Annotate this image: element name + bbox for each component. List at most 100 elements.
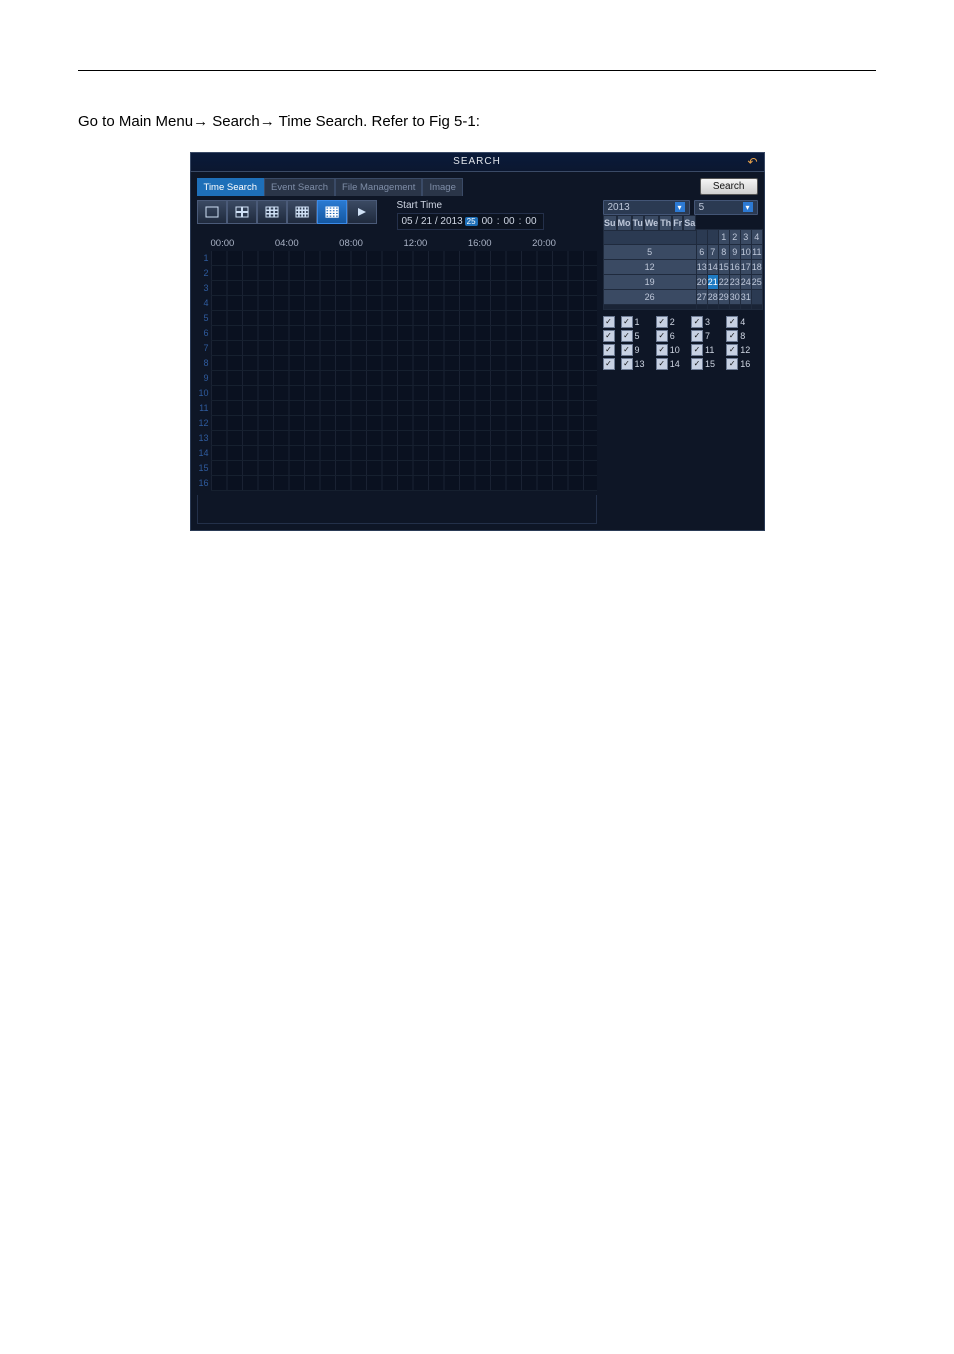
channel-label: 4: [740, 317, 745, 327]
channel-checkbox-12[interactable]: ✓12: [726, 344, 757, 356]
view-4x4-button[interactable]: [317, 200, 347, 224]
calendar-day[interactable]: 3: [740, 229, 751, 244]
channel-checkbox-9[interactable]: ✓9: [621, 344, 652, 356]
channel-label: 10: [670, 345, 680, 355]
tab-time-search[interactable]: Time Search: [197, 178, 265, 196]
channel-checkbox-4[interactable]: ✓4: [726, 316, 757, 328]
view-2x2-button[interactable]: [227, 200, 257, 224]
calendar-day[interactable]: 24: [740, 274, 751, 289]
channel-checkbox-2[interactable]: ✓2: [656, 316, 687, 328]
calendar-day[interactable]: 17: [740, 259, 751, 274]
channel-row-checkbox[interactable]: ✓: [603, 316, 615, 328]
view-1x1-button[interactable]: [197, 200, 227, 224]
channel-label: 14: [670, 359, 680, 369]
calendar-day[interactable]: 13: [696, 259, 707, 274]
back-icon[interactable]: ↶: [747, 155, 757, 169]
channel-checkbox-15[interactable]: ✓15: [691, 358, 722, 370]
channel-checkbox-10[interactable]: ✓10: [656, 344, 687, 356]
calendar-day[interactable]: 10: [740, 244, 751, 259]
calendar-day[interactable]: 16: [729, 259, 740, 274]
calendar-day[interactable]: 29: [718, 289, 729, 304]
channel-label: 3: [705, 317, 710, 327]
calendar-day[interactable]: 11: [751, 244, 762, 259]
view-mode-buttons: [197, 200, 377, 224]
view-4x3-button[interactable]: [287, 200, 317, 224]
calendar-day[interactable]: 12: [603, 259, 696, 274]
window-titlebar: SEARCH ↶: [190, 152, 765, 172]
start-date-input[interactable]: 05 / 21 / 2013 25 00: 00: 00: [397, 213, 544, 230]
channel-label: 11: [705, 345, 714, 355]
chevron-down-icon: ▾: [675, 202, 685, 212]
calendar-day[interactable]: 20: [696, 274, 707, 289]
calendar-day[interactable]: 28: [707, 289, 718, 304]
calendar-day[interactable]: 19: [603, 274, 696, 289]
calendar-day: [729, 304, 740, 309]
channel-checkbox-6[interactable]: ✓6: [656, 330, 687, 342]
view-3x3-button[interactable]: [257, 200, 287, 224]
calendar-day[interactable]: 8: [718, 244, 729, 259]
calendar-day[interactable]: 5: [603, 244, 696, 259]
checkbox-icon: ✓: [691, 316, 703, 328]
calendar-day: [696, 304, 707, 309]
channel-label: 13: [635, 359, 645, 369]
checkbox-icon: ✓: [656, 358, 668, 370]
channel-checkbox-16[interactable]: ✓16: [726, 358, 757, 370]
calendar-day[interactable]: 21: [707, 274, 718, 289]
calendar-day[interactable]: 31: [740, 289, 751, 304]
checkbox-icon: ✓: [621, 330, 633, 342]
channel-checkbox-13[interactable]: ✓13: [621, 358, 652, 370]
channel-label: 16: [740, 359, 750, 369]
calendar-day[interactable]: 15: [718, 259, 729, 274]
calendar-day[interactable]: 4: [751, 229, 762, 244]
calendar-day[interactable]: 2: [729, 229, 740, 244]
channel-checkbox-7[interactable]: ✓7: [691, 330, 722, 342]
channel-checkbox-5[interactable]: ✓5: [621, 330, 652, 342]
search-window-screenshot: SEARCH ↶ Time Search Event Search File M…: [190, 152, 765, 531]
checkbox-icon: ✓: [726, 330, 738, 342]
channel-label: 7: [705, 331, 710, 341]
channel-checkbox-1[interactable]: ✓1: [621, 316, 652, 328]
calendar-day[interactable]: 22: [718, 274, 729, 289]
calendar-day[interactable]: 7: [707, 244, 718, 259]
checkbox-icon: ✓: [656, 344, 668, 356]
channel-row-checkbox[interactable]: ✓: [603, 330, 615, 342]
window-title: SEARCH: [453, 156, 501, 167]
channel-checkbox-14[interactable]: ✓14: [656, 358, 687, 370]
calendar[interactable]: SuMoTuWeThFrSa 1234567891011121314151617…: [603, 218, 763, 310]
calendar-day[interactable]: 26: [603, 289, 696, 304]
calendar-day: [718, 304, 729, 309]
channel-label: 1: [635, 317, 640, 327]
checkbox-icon: ✓: [656, 316, 668, 328]
tab-event-search[interactable]: Event Search: [264, 178, 335, 196]
month-select[interactable]: 5▾: [694, 200, 758, 215]
timeline-grid[interactable]: [211, 251, 597, 491]
channel-label: 2: [670, 317, 675, 327]
calendar-day[interactable]: 1: [718, 229, 729, 244]
calendar-day: [740, 304, 751, 309]
channel-row-checkbox[interactable]: ✓: [603, 344, 615, 356]
channel-checkbox-11[interactable]: ✓11: [691, 344, 722, 356]
year-select[interactable]: 2013▾: [603, 200, 690, 215]
search-button[interactable]: Search: [700, 178, 758, 195]
channel-row-checkbox[interactable]: ✓: [603, 358, 615, 370]
tab-file-management[interactable]: File Management: [335, 178, 422, 196]
calendar-day[interactable]: 18: [751, 259, 762, 274]
calendar-day[interactable]: 23: [729, 274, 740, 289]
checkbox-icon: ✓: [621, 344, 633, 356]
calendar-day[interactable]: 14: [707, 259, 718, 274]
calendar-day[interactable]: 6: [696, 244, 707, 259]
calendar-icon[interactable]: 25: [465, 217, 478, 226]
calendar-day[interactable]: 30: [729, 289, 740, 304]
calendar-day[interactable]: 27: [696, 289, 707, 304]
tab-image[interactable]: Image: [422, 178, 462, 196]
checkbox-icon: ✓: [621, 316, 633, 328]
calendar-day: [751, 289, 762, 304]
calendar-day[interactable]: 25: [751, 274, 762, 289]
play-button[interactable]: [347, 200, 377, 224]
calendar-day[interactable]: 9: [729, 244, 740, 259]
channel-label: 8: [740, 331, 745, 341]
channel-checkbox-3[interactable]: ✓3: [691, 316, 722, 328]
channel-checkbox-8[interactable]: ✓8: [726, 330, 757, 342]
chevron-down-icon: ▾: [743, 202, 753, 212]
calendar-day: [603, 229, 696, 244]
